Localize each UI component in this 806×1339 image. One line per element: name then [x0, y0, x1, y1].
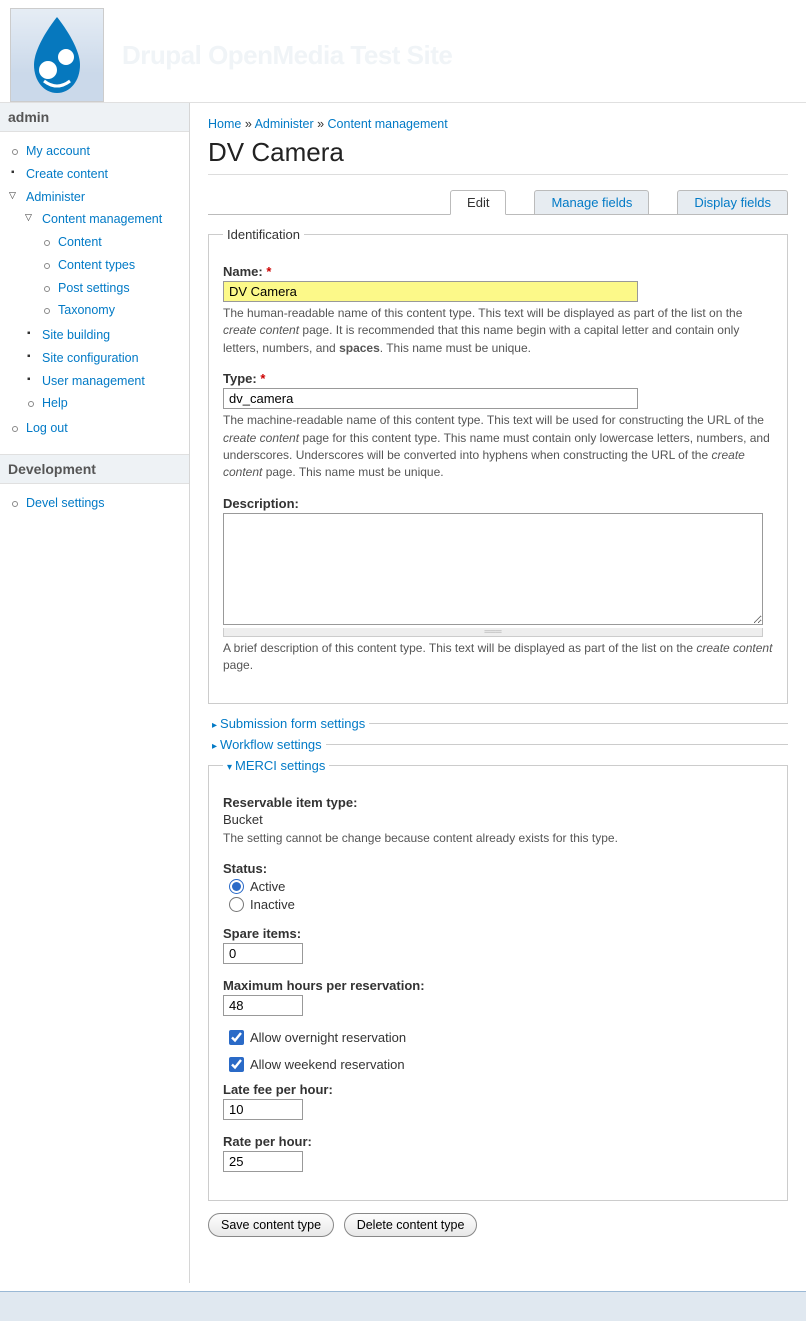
- status-inactive-label: Inactive: [250, 897, 295, 912]
- description-field[interactable]: [223, 513, 763, 625]
- breadcrumb-home[interactable]: Home: [208, 117, 241, 131]
- sidebar-content-management[interactable]: Content management: [42, 212, 162, 226]
- block-title-development: Development: [0, 454, 189, 484]
- fieldset-merci: ▾MERCI settings Reservable item type: Bu…: [208, 758, 788, 1201]
- sidebar-help[interactable]: Help: [42, 396, 68, 410]
- caret-down-icon: ▾: [227, 762, 232, 773]
- description-label: Description:: [223, 496, 773, 511]
- max-label: Maximum hours per reservation:: [223, 978, 773, 993]
- sidebar-devel-settings[interactable]: Devel settings: [26, 496, 105, 510]
- reservable-label: Reservable item type:: [223, 795, 773, 810]
- fieldset-workflow: ▸Workflow settings: [208, 737, 788, 758]
- overnight-checkbox[interactable]: [229, 1030, 244, 1045]
- site-name: Drupal OpenMedia Test Site: [122, 40, 452, 71]
- sidebar-administer[interactable]: Administer: [26, 190, 85, 204]
- save-button[interactable]: Save content type: [208, 1213, 334, 1237]
- type-help: The machine-readable name of this conten…: [223, 412, 773, 482]
- name-help: The human-readable name of this content …: [223, 305, 773, 357]
- sidebar-content[interactable]: Content: [58, 235, 102, 249]
- latefee-field[interactable]: [223, 1099, 303, 1120]
- legend-submission[interactable]: Submission form settings: [220, 716, 365, 731]
- tab-manage-fields[interactable]: Manage fields: [534, 190, 649, 215]
- latefee-label: Late fee per hour:: [223, 1082, 773, 1097]
- sidebar-post-settings[interactable]: Post settings: [58, 281, 130, 295]
- spare-label: Spare items:: [223, 926, 773, 941]
- name-field[interactable]: [223, 281, 638, 302]
- status-label: Status:: [223, 861, 773, 876]
- sidebar-user-management[interactable]: User management: [42, 374, 145, 388]
- weekend-label: Allow weekend reservation: [250, 1057, 405, 1072]
- sidebar-create-content[interactable]: Create content: [26, 167, 108, 181]
- legend-identification: Identification: [223, 227, 304, 242]
- sidebar-taxonomy[interactable]: Taxonomy: [58, 303, 115, 317]
- max-field[interactable]: [223, 995, 303, 1016]
- status-active-radio[interactable]: [229, 879, 244, 894]
- sidebar-my-account[interactable]: My account: [26, 144, 90, 158]
- spare-field[interactable]: [223, 943, 303, 964]
- delete-button[interactable]: Delete content type: [344, 1213, 478, 1237]
- reservable-help: The setting cannot be change because con…: [223, 830, 773, 847]
- name-label: Name: *: [223, 264, 773, 279]
- sidebar-log-out[interactable]: Log out: [26, 421, 68, 435]
- description-help: A brief description of this content type…: [223, 640, 773, 675]
- fieldset-submission: ▸Submission form settings: [208, 716, 788, 737]
- rate-label: Rate per hour:: [223, 1134, 773, 1149]
- type-label: Type: *: [223, 371, 773, 386]
- weekend-checkbox[interactable]: [229, 1057, 244, 1072]
- overnight-label: Allow overnight reservation: [250, 1030, 406, 1045]
- textarea-grippie-icon[interactable]: ═══: [223, 628, 763, 637]
- legend-merci[interactable]: MERCI settings: [235, 758, 325, 773]
- block-title-admin: admin: [0, 103, 189, 132]
- reservable-value: Bucket: [223, 812, 773, 827]
- status-inactive-radio[interactable]: [229, 897, 244, 912]
- breadcrumb: Home » Administer » Content management: [208, 117, 788, 131]
- page-title: DV Camera: [208, 137, 788, 175]
- sidebar-site-configuration[interactable]: Site configuration: [42, 351, 139, 365]
- sidebar-site-building[interactable]: Site building: [42, 328, 110, 342]
- tab-edit[interactable]: Edit: [450, 190, 506, 215]
- footer: [0, 1291, 806, 1321]
- type-field[interactable]: [223, 388, 638, 409]
- sidebar-content-types[interactable]: Content types: [58, 258, 135, 272]
- tab-display-fields[interactable]: Display fields: [677, 190, 788, 215]
- breadcrumb-administer[interactable]: Administer: [255, 117, 314, 131]
- breadcrumb-content-management[interactable]: Content management: [328, 117, 448, 131]
- rate-field[interactable]: [223, 1151, 303, 1172]
- legend-workflow[interactable]: Workflow settings: [220, 737, 322, 752]
- caret-right-icon: ▸: [212, 741, 217, 752]
- caret-right-icon: ▸: [212, 720, 217, 731]
- status-active-label: Active: [250, 879, 285, 894]
- drupal-logo[interactable]: [10, 8, 104, 102]
- fieldset-identification: Identification Name: * The human-readabl…: [208, 227, 788, 704]
